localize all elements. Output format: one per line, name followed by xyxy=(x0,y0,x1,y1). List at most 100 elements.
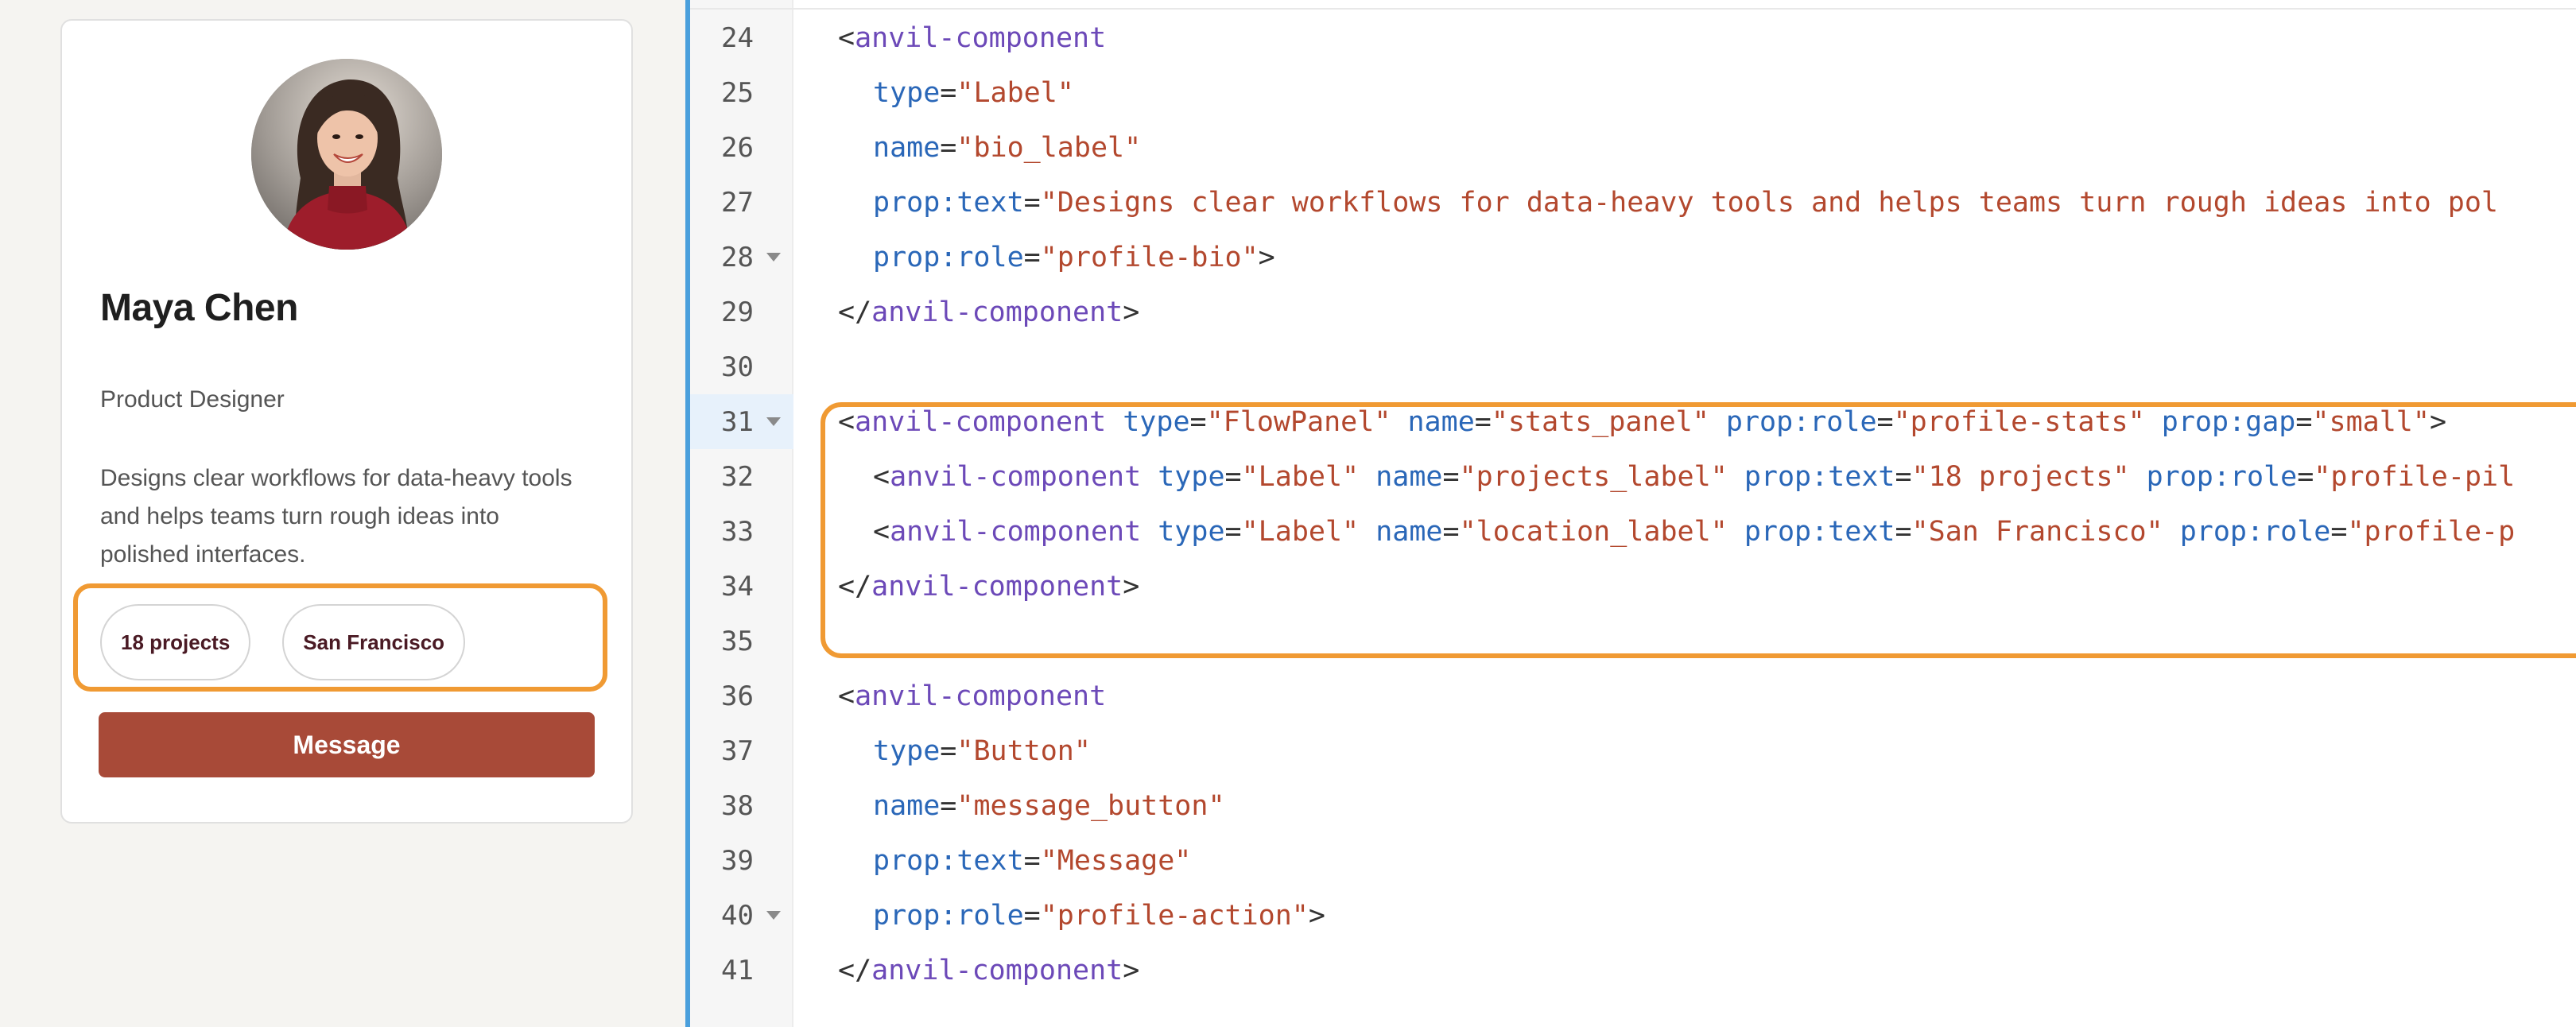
code-line[interactable]: 25 type="Label" xyxy=(690,65,2576,120)
code-token-str: "Button" xyxy=(956,735,1091,767)
code-token-attr: prop:role xyxy=(873,900,1024,932)
code-token-pun xyxy=(1141,461,1158,493)
code-token-pun: = xyxy=(940,735,957,767)
code-token-tag: anvil-component xyxy=(855,22,1107,54)
code-token-str: "profile-action" xyxy=(1040,900,1309,932)
code-text: prop:role="profile-bio"> xyxy=(873,242,1275,273)
code-line[interactable]: 30 xyxy=(690,339,2576,394)
code-line[interactable]: 41 </anvil-component> xyxy=(690,943,2576,998)
code-token-pun xyxy=(1106,406,1123,438)
code-token-pun: < xyxy=(873,516,890,548)
code-token-str: "Message" xyxy=(1040,845,1192,877)
code-token-str: "message_button" xyxy=(956,790,1225,822)
line-number-cell: 31 xyxy=(690,394,793,449)
line-number-cell: 25 xyxy=(690,65,793,120)
code-token-pun: </ xyxy=(838,296,872,328)
line-number-cell: 34 xyxy=(690,559,793,614)
line-number-cell: 24 xyxy=(690,10,793,65)
line-number-cell: 27 xyxy=(690,175,793,230)
code-line[interactable]: 34 </anvil-component> xyxy=(690,559,2576,614)
code-token-pun: = xyxy=(1023,900,1041,932)
code-line[interactable]: 40 prop:role="profile-action"> xyxy=(690,888,2576,943)
code-token-pun: < xyxy=(838,406,855,438)
code-token-attr: prop:role xyxy=(1725,406,1877,438)
code-token-str: "San Francisco" xyxy=(1911,516,2163,548)
code-line[interactable]: 27 prop:text="Designs clear workflows for… xyxy=(690,175,2576,230)
line-number-cell: 29 xyxy=(690,285,793,339)
code-text: name="bio_label" xyxy=(873,132,1141,164)
code-text: prop:text="Designs clear workflows for d… xyxy=(873,187,2498,219)
line-number-cell: 26 xyxy=(690,120,793,175)
line-number: 29 xyxy=(721,296,754,328)
code-token-pun xyxy=(2145,406,2162,438)
code-token-str: "stats_panel" xyxy=(1491,406,1709,438)
code-token-pun: = xyxy=(1442,516,1460,548)
code-token-attr: name xyxy=(873,132,941,164)
code-token-str: "profile-stats" xyxy=(1893,406,2145,438)
code-token-attr: prop:role xyxy=(873,242,1024,273)
code-token-tag: anvil-component xyxy=(890,461,1142,493)
code-token-pun: = xyxy=(940,132,957,164)
code-line[interactable]: 26 name="bio_label" xyxy=(690,120,2576,175)
code-line[interactable]: 28 prop:role="profile-bio"> xyxy=(690,230,2576,285)
code-line[interactable]: 38 name="message_button" xyxy=(690,778,2576,833)
line-number-cell: 39 xyxy=(690,833,793,888)
line-number: 27 xyxy=(721,187,754,219)
code-token-attr: type xyxy=(1158,516,1225,548)
code-text: name="message_button" xyxy=(873,790,1225,822)
code-token-attr: type xyxy=(1123,406,1190,438)
code-token-pun: = xyxy=(1189,406,1207,438)
code-token-pun xyxy=(1728,516,1744,548)
code-token-attr: name xyxy=(873,790,941,822)
code-token-pun: > xyxy=(1308,900,1325,932)
line-number-cell: 23 xyxy=(690,0,793,10)
code-token-pun: = xyxy=(2295,406,2313,438)
code-line[interactable]: 24 <anvil-component xyxy=(690,10,2576,65)
message-button[interactable]: Message xyxy=(99,712,595,777)
code-line[interactable]: 31 <anvil-component type="FlowPanel" name… xyxy=(690,394,2576,449)
code-text: </anvil-component> xyxy=(838,296,1139,328)
code-token-pun: = xyxy=(1876,406,1894,438)
line-number: 34 xyxy=(721,571,754,603)
code-token-pun: < xyxy=(838,22,855,54)
code-token-attr: name xyxy=(1407,406,1475,438)
line-number-cell: 37 xyxy=(690,723,793,778)
line-number: 32 xyxy=(721,461,754,493)
code-text: <anvil-component xyxy=(838,22,1106,54)
code-editor[interactable]: 2324<anvil-component25type="Label"26name… xyxy=(685,0,2576,1027)
code-line[interactable]: 35 xyxy=(690,614,2576,669)
code-token-str: "profile-p xyxy=(2347,516,2516,548)
line-number-cell: 35 xyxy=(690,614,793,669)
code-token-pun xyxy=(1141,516,1158,548)
code-text: </anvil-component> xyxy=(838,571,1139,603)
code-token-pun: > xyxy=(1123,571,1140,603)
avatar xyxy=(251,59,442,250)
code-text: <anvil-component type="FlowPanel" name="… xyxy=(838,406,2446,438)
code-token-attr: type xyxy=(873,77,941,109)
fold-arrow-icon[interactable] xyxy=(766,253,781,262)
code-line[interactable]: 23 xyxy=(690,0,2576,10)
code-line[interactable]: 33 <anvil-component type="Label" name="lo… xyxy=(690,504,2576,559)
code-line[interactable]: 36 <anvil-component xyxy=(690,669,2576,723)
code-token-tag: anvil-component xyxy=(871,571,1123,603)
stat-pill-location: San Francisco xyxy=(282,604,466,680)
profile-card: Maya Chen Product Designer Designs clear… xyxy=(60,19,633,824)
fold-arrow-icon[interactable] xyxy=(766,911,781,920)
code-token-tag: anvil-component xyxy=(855,680,1107,712)
code-line[interactable]: 39 prop:text="Message" xyxy=(690,833,2576,888)
code-line[interactable]: 37 type="Button" xyxy=(690,723,2576,778)
stat-pill-projects: 18 projects xyxy=(100,604,251,680)
fold-arrow-icon[interactable] xyxy=(766,417,781,426)
code-text: </anvil-component> xyxy=(838,955,1139,986)
code-token-pun: = xyxy=(1023,242,1041,273)
preview-pane: Maya Chen Product Designer Designs clear… xyxy=(0,0,685,1027)
code-text: prop:role="profile-action"> xyxy=(873,900,1325,932)
line-number: 40 xyxy=(721,900,754,932)
code-token-pun: = xyxy=(1474,406,1492,438)
code-token-tag: anvil-component xyxy=(890,516,1142,548)
code-text: <anvil-component type="Label" name="proj… xyxy=(873,461,2515,493)
code-line[interactable]: 32 <anvil-component type="Label" name="pr… xyxy=(690,449,2576,504)
line-number: 37 xyxy=(721,735,754,767)
code-line[interactable]: 29 </anvil-component> xyxy=(690,285,2576,339)
line-number: 41 xyxy=(721,955,754,986)
